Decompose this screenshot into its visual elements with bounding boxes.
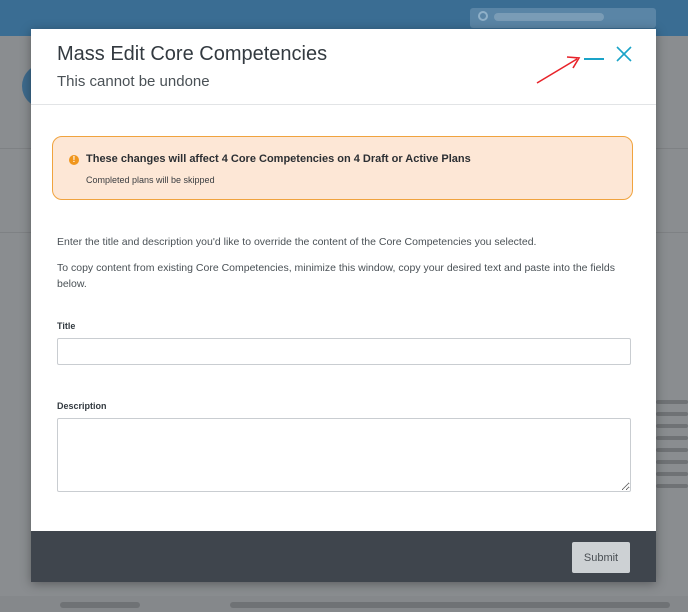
description-textarea[interactable] — [57, 418, 631, 492]
background-text-fragment — [60, 602, 140, 608]
background-text-fragment — [656, 400, 688, 404]
warning-icon: ! — [69, 155, 79, 165]
modal-subtitle: This cannot be undone — [57, 73, 210, 90]
close-icon[interactable] — [613, 43, 635, 65]
instruction-text: To copy content from existing Core Compe… — [57, 262, 615, 290]
background-text-fragment — [656, 448, 688, 452]
background-search-icon — [478, 11, 488, 21]
title-input[interactable] — [57, 338, 631, 365]
minimize-icon[interactable] — [583, 46, 605, 68]
background-search-placeholder — [494, 13, 604, 21]
background-text-fragment — [656, 412, 688, 416]
background-text-fragment — [656, 472, 688, 476]
description-label: Description — [57, 401, 107, 411]
instruction-text: Enter the title and description you'd li… — [57, 236, 537, 248]
mass-edit-modal: Mass Edit Core Competencies This cannot … — [31, 29, 656, 582]
warning-alert: ! These changes will affect 4 Core Compe… — [52, 136, 633, 200]
title-label: Title — [57, 321, 76, 331]
background-text-fragment — [656, 424, 688, 428]
modal-footer: Submit — [31, 531, 656, 582]
annotation-arrow-icon — [536, 56, 581, 84]
alert-text: Completed plans will be skipped — [86, 175, 215, 185]
background-text-fragment — [230, 602, 670, 608]
background-text-fragment — [656, 484, 688, 488]
submit-button[interactable]: Submit — [572, 542, 630, 573]
alert-title: These changes will affect 4 Core Compete… — [86, 153, 471, 165]
background-text-fragment — [656, 460, 688, 464]
modal-header: Mass Edit Core Competencies This cannot … — [31, 29, 656, 105]
modal-title: Mass Edit Core Competencies — [57, 43, 328, 65]
background-text-fragment — [656, 436, 688, 440]
